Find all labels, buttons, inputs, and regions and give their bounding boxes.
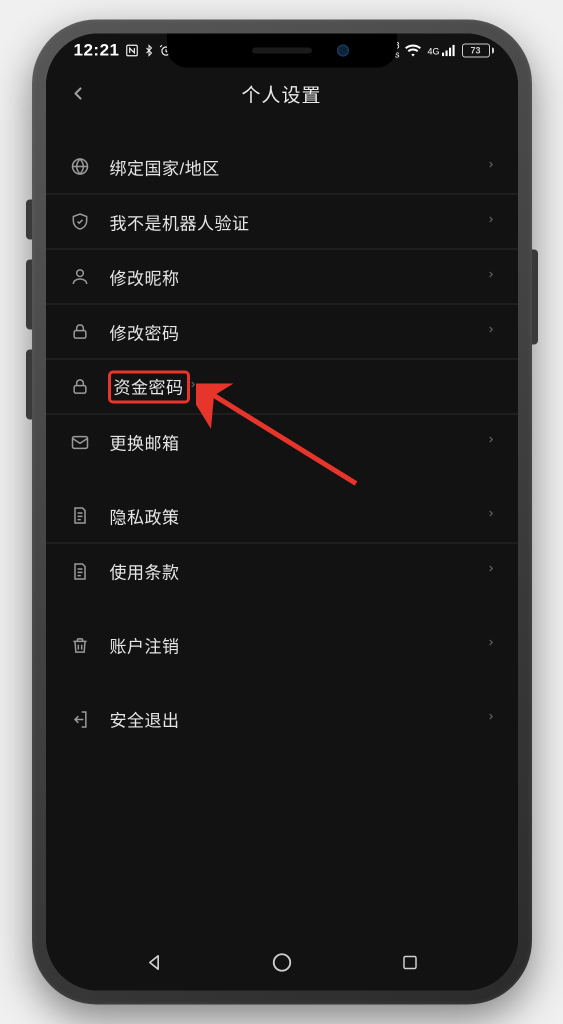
android-nav-bar xyxy=(46,935,518,991)
settings-row-terms[interactable]: 使用条款 xyxy=(46,544,518,599)
settings-row-label: 我不是机器人验证 xyxy=(110,209,486,234)
status-bar-left: 12:21 xyxy=(74,41,174,61)
chevron-right-icon xyxy=(486,322,496,341)
signal-gen-label: 4G xyxy=(427,48,439,57)
document-icon xyxy=(68,559,92,583)
status-bar-right: 5.8 K/s 4G 73 xyxy=(386,42,493,60)
settings-row-email[interactable]: 更换邮箱 xyxy=(46,415,518,470)
bluetooth-icon xyxy=(143,44,155,58)
phone-frame: 12:21 5.8 K/s xyxy=(32,20,532,1005)
chevron-right-icon xyxy=(486,506,496,525)
chevron-right-icon xyxy=(486,636,496,655)
chevron-right-icon xyxy=(486,157,496,176)
screen: 12:21 5.8 K/s xyxy=(46,34,518,991)
settings-group: 账户注销 xyxy=(46,618,518,674)
status-time: 12:21 xyxy=(74,41,120,61)
settings-row-label: 安全退出 xyxy=(110,707,486,732)
chevron-right-icon xyxy=(486,710,496,729)
settings-row-label: 使用条款 xyxy=(110,559,486,584)
back-button[interactable] xyxy=(62,78,94,110)
settings-group: 隐私政策 使用条款 xyxy=(46,489,518,600)
square-recents-icon xyxy=(401,954,419,972)
settings-row-country[interactable]: 绑定国家/地区 xyxy=(46,140,518,195)
android-recents-button[interactable] xyxy=(390,943,430,983)
wifi-icon xyxy=(405,45,421,57)
speaker-grille xyxy=(252,48,312,54)
settings-row-label: 隐私政策 xyxy=(110,503,486,528)
phone-notch xyxy=(167,34,397,68)
settings-row-fund-password[interactable]: 资金密码 xyxy=(46,360,518,415)
cell-signal: 4G xyxy=(427,45,455,57)
settings-row-delete-account[interactable]: 账户注销 xyxy=(46,618,518,673)
globe-icon xyxy=(68,155,92,179)
settings-row-password[interactable]: 修改密码 xyxy=(46,305,518,360)
phone-side-button xyxy=(532,250,538,345)
settings-row-label: 资金密码 xyxy=(110,372,188,401)
lock-icon xyxy=(68,320,92,344)
settings-row-label: 更换邮箱 xyxy=(110,430,486,455)
nfc-icon xyxy=(125,44,139,58)
settings-row-label: 修改密码 xyxy=(110,319,486,344)
chevron-right-icon xyxy=(486,433,496,452)
settings-row-label: 账户注销 xyxy=(110,633,486,658)
settings-row-captcha[interactable]: 我不是机器人验证 xyxy=(46,195,518,250)
shield-icon xyxy=(68,210,92,234)
trash-icon xyxy=(68,633,92,657)
settings-row-logout[interactable]: 安全退出 xyxy=(46,692,518,747)
triangle-back-icon xyxy=(144,953,164,973)
mail-icon xyxy=(68,430,92,454)
settings-list: 绑定国家/地区 我不是机器人验证 修改昵称 xyxy=(46,120,518,748)
user-icon xyxy=(68,265,92,289)
chevron-left-icon xyxy=(68,84,88,104)
settings-group: 安全退出 xyxy=(46,692,518,748)
android-back-button[interactable] xyxy=(134,943,174,983)
phone-side-button xyxy=(26,260,32,330)
front-camera xyxy=(337,45,349,57)
lock-icon xyxy=(68,375,92,399)
settings-group: 绑定国家/地区 我不是机器人验证 修改昵称 xyxy=(46,140,518,471)
battery-indicator: 73 xyxy=(462,44,494,58)
settings-row-nickname[interactable]: 修改昵称 xyxy=(46,250,518,305)
settings-row-label: 绑定国家/地区 xyxy=(110,154,486,179)
logout-icon xyxy=(68,707,92,731)
battery-percent: 73 xyxy=(470,46,480,56)
chevron-right-icon xyxy=(486,212,496,231)
document-icon xyxy=(68,504,92,528)
chevron-right-icon xyxy=(188,377,198,396)
settings-row-label: 修改昵称 xyxy=(110,264,486,289)
app-header: 个人设置 xyxy=(46,68,518,120)
circle-home-icon xyxy=(271,952,293,974)
phone-side-button xyxy=(26,350,32,420)
phone-side-button xyxy=(26,200,32,240)
page-title: 个人设置 xyxy=(241,80,321,107)
phone-bezel: 12:21 5.8 K/s xyxy=(46,34,518,991)
android-home-button[interactable] xyxy=(262,943,302,983)
chevron-right-icon xyxy=(486,562,496,581)
signal-bars-icon xyxy=(442,45,456,57)
chevron-right-icon xyxy=(486,267,496,286)
settings-row-privacy[interactable]: 隐私政策 xyxy=(46,489,518,544)
